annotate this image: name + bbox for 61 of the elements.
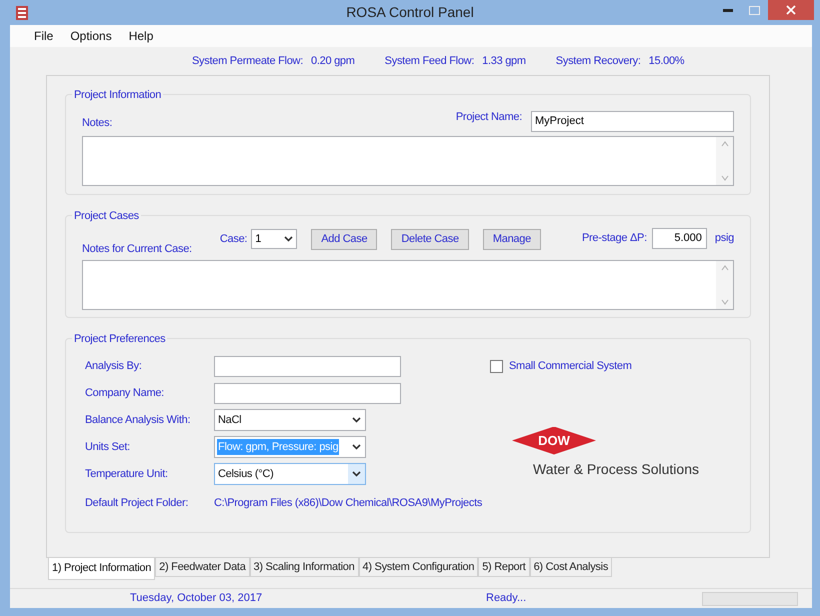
pre-stage-label: Pre-stage ΔP: bbox=[582, 231, 647, 246]
tab[interactable]: 5) Report bbox=[478, 558, 530, 577]
chevron-icon bbox=[284, 236, 294, 242]
tab[interactable]: 4) System Configuration bbox=[358, 558, 478, 577]
field-label: Company Name: bbox=[85, 386, 165, 401]
summary-label: System Feed Flow: bbox=[384, 54, 474, 69]
field-label: Temperature Unit: bbox=[85, 466, 169, 482]
scrollbar-drawing bbox=[716, 136, 733, 184]
field-label: Units Set: bbox=[85, 440, 131, 455]
pre-stage-field[interactable]: 5.000 bbox=[652, 228, 707, 249]
chevron-icon bbox=[352, 471, 361, 477]
scrollbar-drawing bbox=[716, 261, 733, 309]
tab[interactable]: 3) Scaling Information bbox=[250, 558, 358, 577]
action-button[interactable]: Delete Case bbox=[391, 229, 469, 250]
project-name-field[interactable]: MyProject bbox=[531, 110, 734, 132]
minimize-icon bbox=[722, 8, 732, 12]
chevron-icon bbox=[352, 417, 361, 423]
case-notes-label: Notes for Current Case: bbox=[82, 242, 192, 256]
summary-label: System Recovery: bbox=[556, 54, 641, 69]
close-icon bbox=[786, 5, 796, 15]
dropdown[interactable]: NaCl bbox=[214, 409, 366, 431]
menu-item[interactable]: Options bbox=[70, 27, 112, 45]
window-title: ROSA Control Panel bbox=[346, 3, 474, 22]
field-label: Balance Analysis With: bbox=[85, 412, 192, 428]
chevron-icon bbox=[352, 444, 361, 450]
case-label: Case: bbox=[220, 232, 248, 247]
status-message: Ready... bbox=[486, 591, 526, 606]
tab[interactable]: 1) Project Information bbox=[48, 558, 156, 580]
case-select[interactable]: 1 bbox=[251, 229, 298, 249]
text-field[interactable] bbox=[214, 356, 401, 376]
app-icon bbox=[15, 4, 29, 20]
menu-item[interactable]: File bbox=[34, 27, 54, 45]
summary-label: System Permeate Flow: bbox=[192, 54, 303, 69]
group-title: Project Preferences bbox=[72, 331, 168, 348]
checkbox[interactable] bbox=[490, 360, 503, 373]
folder-label: Default Project Folder: bbox=[85, 496, 190, 511]
group-title: Project Information bbox=[72, 87, 164, 104]
text-field[interactable] bbox=[214, 382, 401, 404]
menu-item[interactable]: Help bbox=[128, 27, 154, 45]
action-button[interactable]: Add Case bbox=[311, 229, 378, 250]
field-label: Analysis By: bbox=[85, 358, 143, 374]
unit-label: psig bbox=[714, 231, 734, 246]
action-button[interactable]: Manage bbox=[482, 229, 541, 250]
summary-value: 1.33 gpm bbox=[482, 54, 526, 69]
folder-path: C:\Program Files (x86)\Dow Chemical\ROSA9\MyProjects bbox=[214, 496, 482, 511]
logo-tagline: Water & Process Solutions bbox=[533, 460, 699, 478]
logo-text: DOW bbox=[538, 432, 570, 450]
close-button[interactable] bbox=[768, 0, 814, 20]
case-notes-field[interactable] bbox=[82, 260, 734, 310]
group-title: Project Cases bbox=[72, 208, 141, 224]
notes-label: Notes: bbox=[82, 116, 112, 131]
project-name-label: Project Name: bbox=[456, 110, 522, 125]
summary-value: 15.00% bbox=[648, 54, 684, 69]
notes-field[interactable] bbox=[82, 136, 734, 186]
tab[interactable]: 2) Feedwater Data bbox=[155, 558, 250, 577]
dropdown[interactable]: Celsius (°C) bbox=[214, 463, 366, 485]
checkbox-label: Small Commercial System bbox=[509, 359, 632, 374]
status-date: Tuesday, October 03, 2017 bbox=[130, 591, 264, 606]
maximize-icon bbox=[749, 6, 760, 14]
summary-value: 0.20 gpm bbox=[310, 54, 355, 69]
tab[interactable]: 6) Cost Analysis bbox=[530, 558, 612, 577]
